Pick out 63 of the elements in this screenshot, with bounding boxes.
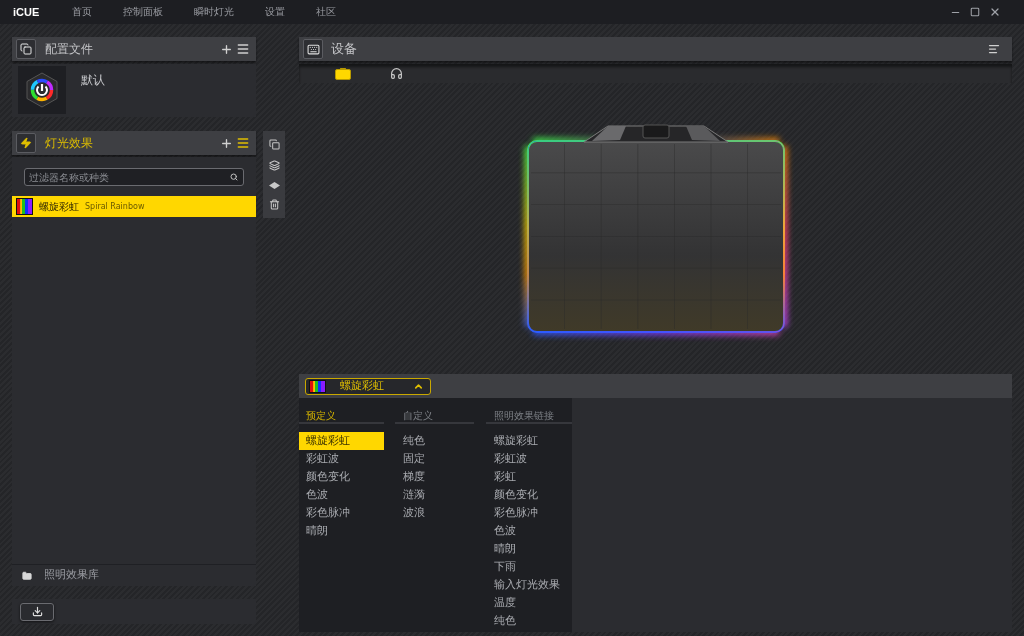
menu-icon[interactable] — [236, 42, 250, 56]
effect-option[interactable]: 彩虹波 — [486, 450, 572, 468]
nav-link[interactable]: 瞬时灯光 — [194, 7, 234, 17]
lightning-icon — [16, 133, 36, 153]
headset-icon — [389, 67, 403, 80]
effect-option[interactable]: 彩色脉冲 — [486, 504, 572, 522]
profile-name[interactable]: 默认 — [81, 71, 105, 89]
app-logo: iCUE — [13, 4, 41, 20]
rainbow-swatch-icon — [16, 198, 33, 215]
panel-title: 设备 — [331, 40, 357, 59]
download-icon — [31, 606, 43, 617]
effect-option[interactable]: 梯度 — [395, 468, 474, 486]
effect-option[interactable]: 固定 — [395, 450, 474, 468]
layers-icon[interactable] — [268, 160, 280, 172]
library-label: 照明效果库 — [44, 567, 99, 584]
keyboard-icon — [303, 39, 323, 59]
effect-option[interactable]: 温度 — [486, 594, 572, 612]
plus-icon[interactable] — [220, 42, 233, 56]
download-button[interactable] — [20, 602, 54, 621]
effect-option[interactable]: 晴朗 — [299, 522, 384, 540]
effect-option[interactable]: 晴朗 — [486, 540, 572, 558]
effect-row[interactable]: 螺旋彩虹 Spiral Rainbow — [12, 196, 256, 217]
effect-option[interactable]: 颜色变化 — [299, 468, 384, 486]
effect-type: Spiral Rainbow — [85, 200, 145, 213]
plus-icon[interactable] — [220, 136, 233, 150]
folder-icon — [22, 570, 32, 581]
effect-dropdown[interactable]: 螺旋彩虹 — [305, 377, 431, 395]
effect-option[interactable]: 螺旋彩虹 — [486, 432, 572, 450]
rainbow-swatch-icon — [309, 379, 326, 393]
nav-link[interactable]: 控制面板 — [123, 7, 163, 17]
panel-title: 灯光效果 — [45, 135, 93, 152]
nav-link[interactable]: 社区 — [316, 7, 336, 17]
effect-option[interactable]: 色波 — [486, 522, 572, 540]
effect-name: 螺旋彩虹 — [39, 200, 79, 214]
nav-link[interactable]: 设置 — [265, 7, 285, 17]
menu-icon[interactable] — [236, 136, 250, 150]
panel-title: 配置文件 — [45, 41, 93, 58]
close-icon[interactable] — [989, 6, 1001, 18]
effect-option[interactable]: 输入灯光效果 — [486, 576, 572, 594]
copy-icon — [16, 39, 36, 59]
effect-option[interactable]: 波浪 — [395, 504, 474, 522]
effect-option[interactable]: 色波 — [299, 486, 384, 504]
effect-option[interactable]: 纯色 — [486, 612, 572, 630]
effect-option[interactable]: 下雨 — [486, 558, 572, 576]
effect-option[interactable]: 螺旋彩虹 — [299, 432, 384, 450]
effect-option[interactable]: 彩虹波 — [299, 450, 384, 468]
mousepad-icon — [335, 67, 351, 80]
effect-option[interactable]: 纯色 — [395, 432, 474, 450]
library-row[interactable]: 照明效果库 — [12, 564, 256, 586]
effect-option[interactable]: 彩虹 — [486, 468, 572, 486]
column-heading: 预定义 — [299, 409, 384, 424]
maximize-icon[interactable] — [970, 7, 980, 17]
trash-icon[interactable] — [268, 198, 280, 210]
diamond-icon[interactable] — [268, 181, 280, 189]
search-icon[interactable] — [230, 173, 238, 181]
column-heading: 自定义 — [395, 409, 474, 424]
effect-option[interactable]: 彩色脉冲 — [299, 504, 384, 522]
search-field[interactable]: 过滤器名称或种类 — [24, 168, 244, 186]
effect-option[interactable]: 涟漪 — [395, 486, 474, 504]
effect-option[interactable]: 颜色变化 — [486, 486, 572, 504]
copy-icon[interactable] — [268, 139, 280, 151]
nav-link[interactable]: 首页 — [72, 7, 92, 17]
sort-icon[interactable] — [988, 43, 1000, 55]
